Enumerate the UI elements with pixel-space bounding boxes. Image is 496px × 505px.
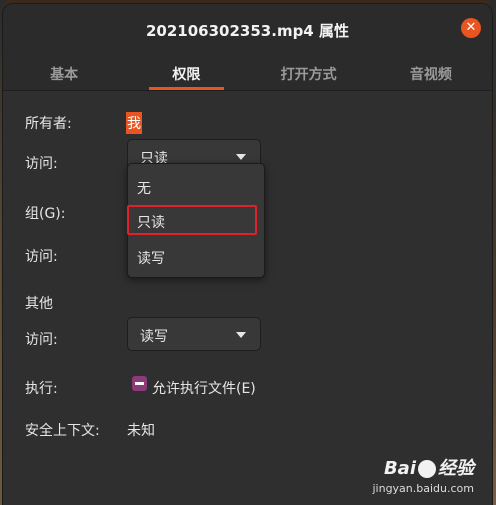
others-access-label: 访问:	[25, 332, 58, 348]
properties-dialog: 202106302353.mp4 属性 ✕ 基本 权限 打开方式 音视频 所有者…	[3, 4, 492, 505]
allow-execute-checkbox[interactable]	[132, 376, 147, 391]
owner-access-label: 访问:	[25, 156, 58, 172]
others-access-combo[interactable]: 读写	[127, 317, 261, 351]
dropdown-option-read-write[interactable]: 读写	[137, 248, 165, 268]
close-icon: ✕	[465, 20, 477, 35]
group-label: 组(G):	[25, 206, 66, 222]
tab-open-with[interactable]: 打开方式	[248, 56, 370, 90]
dropdown-option-read-only[interactable]: 只读	[137, 212, 165, 232]
owner-value: 我	[126, 112, 142, 134]
access-dropdown-menu: 无 只读 读写	[127, 163, 265, 278]
tab-permissions[interactable]: 权限	[125, 56, 247, 90]
chevron-down-icon	[236, 332, 246, 338]
watermark-brand-left: Bai	[383, 458, 416, 479]
chevron-down-icon	[236, 154, 246, 160]
security-context-value: 未知	[127, 423, 155, 439]
tab-bar: 基本 权限 打开方式 音视频	[3, 56, 492, 91]
others-access-value: 读写	[140, 329, 168, 345]
security-context-label: 安全上下文:	[25, 423, 100, 439]
others-heading: 其他	[25, 296, 53, 312]
baidu-logo: Bai 经验	[372, 454, 474, 480]
group-access-label: 访问:	[25, 249, 58, 265]
dropdown-option-none[interactable]: 无	[137, 178, 151, 198]
watermark-url: jingyan.baidu.com	[372, 482, 474, 495]
tab-basic[interactable]: 基本	[3, 56, 125, 90]
paw-icon	[418, 460, 436, 478]
owner-label: 所有者:	[25, 116, 72, 132]
window-title: 202106302353.mp4 属性	[146, 22, 349, 40]
execute-label: 执行:	[25, 381, 58, 397]
permissions-panel: 所有者: 我 访问: 只读 组(G): 访问: 其他 访问: 读写 执行: 允许…	[3, 91, 492, 505]
tab-audio-video[interactable]: 音视频	[370, 56, 492, 90]
baidu-watermark: Bai 经验 jingyan.baidu.com	[372, 454, 474, 495]
title-bar: 202106302353.mp4 属性 ✕	[3, 4, 492, 56]
close-button[interactable]: ✕	[461, 18, 481, 38]
allow-execute-label[interactable]: 允许执行文件(E)	[152, 378, 256, 398]
watermark-brand-right: 经验	[438, 458, 474, 479]
